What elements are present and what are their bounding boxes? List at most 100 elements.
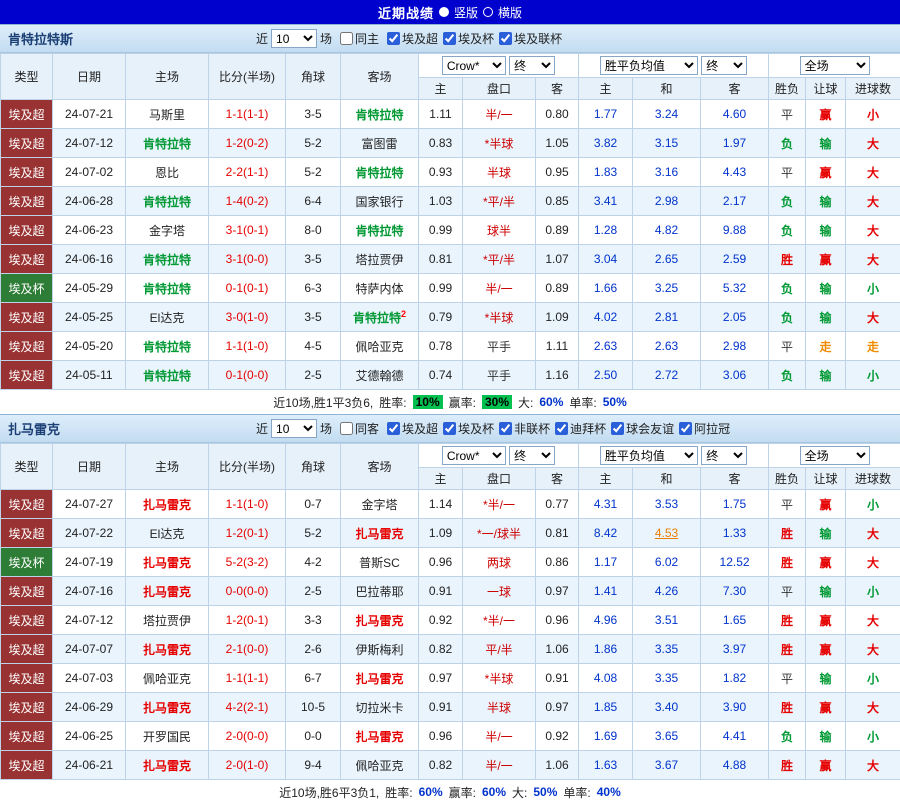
league-checkbox[interactable]: 迪拜杯 xyxy=(555,420,606,437)
handicap-away-odds: 0.89 xyxy=(536,274,579,303)
league-type: 埃及超 xyxy=(1,216,53,245)
avg-away-odds: 1.33 xyxy=(701,519,769,548)
league-checkbox[interactable]: 埃及超 xyxy=(387,420,438,437)
league-type: 埃及超 xyxy=(1,606,53,635)
league-type: 埃及超 xyxy=(1,635,53,664)
avg-type-select[interactable]: 胜平负均值 xyxy=(600,56,698,75)
score: 0-1(0-1) xyxy=(209,274,286,303)
footer-stat: 近10场,胜6平3负1, xyxy=(279,784,379,801)
result-goals: 大 xyxy=(846,245,900,274)
avg-away-odds: 1.65 xyxy=(701,606,769,635)
match-date: 24-07-27 xyxy=(53,490,126,519)
league-checkbox-input[interactable] xyxy=(443,32,456,45)
home-team: 恩比 xyxy=(126,158,209,187)
team-name: 扎马雷克 xyxy=(8,419,256,438)
handicap-line: *半球 xyxy=(463,303,536,332)
corners: 9-4 xyxy=(286,751,341,780)
league-checkbox-input[interactable] xyxy=(443,422,456,435)
same-venue-checkbox-input[interactable] xyxy=(340,422,353,435)
avg-home-odds: 1.41 xyxy=(579,577,633,606)
league-checkbox-input[interactable] xyxy=(679,422,692,435)
result-goals: 小 xyxy=(846,722,900,751)
league-checkbox[interactable]: 非联杯 xyxy=(499,420,550,437)
league-checkbox[interactable]: 埃及杯 xyxy=(443,420,494,437)
avg-stage-select[interactable]: 终 xyxy=(701,56,747,75)
score: 3-1(0-1) xyxy=(209,216,286,245)
column-header: 角球 xyxy=(286,444,341,490)
scope-select[interactable]: 全场 xyxy=(800,446,870,465)
league-checkbox-input[interactable] xyxy=(387,422,400,435)
bookmaker-select[interactable]: Crow* xyxy=(442,446,506,465)
league-checkbox-label: 非联杯 xyxy=(514,420,550,437)
match-date: 24-07-12 xyxy=(53,606,126,635)
result-goals: 大 xyxy=(846,129,900,158)
league-checkbox[interactable]: 球会友谊 xyxy=(611,420,674,437)
corners: 2-5 xyxy=(286,361,341,390)
result-goals: 大 xyxy=(846,606,900,635)
handicap-home-odds: 0.99 xyxy=(419,216,463,245)
avg-home-odds: 4.08 xyxy=(579,664,633,693)
footer-stat: 60% xyxy=(482,785,506,799)
handicap-away-odds: 1.11 xyxy=(536,332,579,361)
same-venue-checkbox[interactable]: 同客 xyxy=(340,420,379,437)
score: 1-1(1-0) xyxy=(209,332,286,361)
section-stats: 近10场,胜1平3负6,胜率:10%赢率:30%大:60%单率:50% xyxy=(0,390,900,414)
league-checkbox-input[interactable] xyxy=(499,422,512,435)
odds-stage-select[interactable]: 终 xyxy=(509,446,555,465)
away-team: 肯特拉特 xyxy=(341,158,419,187)
avg-stage-select[interactable]: 终 xyxy=(701,446,747,465)
handicap-line: 半/一 xyxy=(463,751,536,780)
vertical-layout-radio[interactable] xyxy=(439,7,449,17)
league-checkbox[interactable]: 埃及杯 xyxy=(443,30,494,47)
home-team: 开罗国民 xyxy=(126,722,209,751)
league-checkbox-input[interactable] xyxy=(555,422,568,435)
avg-type-select[interactable]: 胜平负均值 xyxy=(600,446,698,465)
handicap-home-odds: 1.09 xyxy=(419,519,463,548)
home-team: 马斯里 xyxy=(126,100,209,129)
column-header: 比分(半场) xyxy=(209,444,286,490)
match-count-select[interactable]: 10 xyxy=(271,419,317,438)
horizontal-layout-radio[interactable] xyxy=(483,7,493,17)
score: 3-0(1-0) xyxy=(209,303,286,332)
league-checkbox-input[interactable] xyxy=(499,32,512,45)
result-handicap: 输 xyxy=(806,519,846,548)
league-checkbox-input[interactable] xyxy=(611,422,624,435)
column-header: 胜负 xyxy=(769,468,806,490)
handicap-line: 半/一 xyxy=(463,722,536,751)
match-date: 24-07-02 xyxy=(53,158,126,187)
result-handicap: 赢 xyxy=(806,100,846,129)
league-checkbox-input[interactable] xyxy=(387,32,400,45)
avg-home-odds: 1.28 xyxy=(579,216,633,245)
result-goals: 大 xyxy=(846,519,900,548)
footer-stat: 大: xyxy=(518,394,533,411)
league-checkbox[interactable]: 埃及联杯 xyxy=(499,30,562,47)
match-count-select[interactable]: 10 xyxy=(271,29,317,48)
avg-home-odds: 1.66 xyxy=(579,274,633,303)
match-date: 24-07-22 xyxy=(53,519,126,548)
odds-controls-cell: Crow* 终 xyxy=(419,444,579,468)
handicap-away-odds: 1.05 xyxy=(536,129,579,158)
corners: 4-5 xyxy=(286,332,341,361)
corners: 2-5 xyxy=(286,577,341,606)
footer-stat: 单率: xyxy=(569,394,596,411)
vertical-layout-label: 竖版 xyxy=(454,4,478,21)
league-type: 埃及超 xyxy=(1,361,53,390)
bookmaker-select[interactable]: Crow* xyxy=(442,56,506,75)
home-team: 肯特拉特 xyxy=(126,245,209,274)
same-venue-checkbox-input[interactable] xyxy=(340,32,353,45)
column-header: 主场 xyxy=(126,54,209,100)
corners: 6-3 xyxy=(286,274,341,303)
corners: 3-5 xyxy=(286,100,341,129)
same-venue-checkbox[interactable]: 同主 xyxy=(340,30,379,47)
result-wdl: 平 xyxy=(769,577,806,606)
league-checkbox[interactable]: 阿拉冠 xyxy=(679,420,730,437)
footer-stat: 大: xyxy=(512,784,527,801)
odds-stage-select[interactable]: 终 xyxy=(509,56,555,75)
home-team: El达克 xyxy=(126,519,209,548)
result-wdl: 胜 xyxy=(769,519,806,548)
result-handicap: 赢 xyxy=(806,548,846,577)
scope-select[interactable]: 全场 xyxy=(800,56,870,75)
league-checkbox[interactable]: 埃及超 xyxy=(387,30,438,47)
result-wdl: 胜 xyxy=(769,245,806,274)
avg-draw-odds: 2.98 xyxy=(633,187,701,216)
